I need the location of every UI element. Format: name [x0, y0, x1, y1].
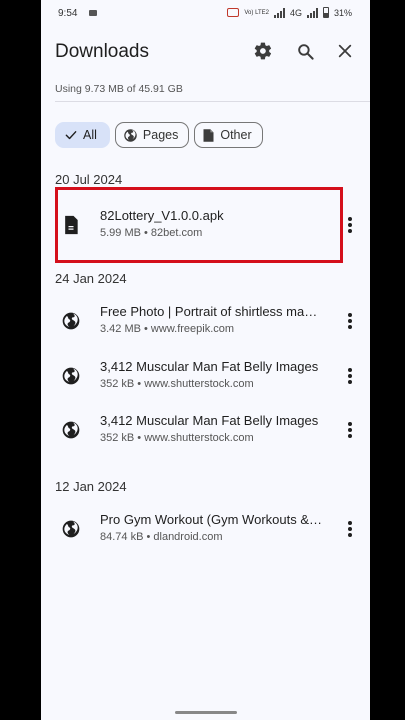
- cast-icon: [227, 8, 240, 17]
- battery-percent: 31%: [333, 7, 352, 18]
- storage-usage: Using 9.73 MB of 45.91 GB: [55, 83, 183, 95]
- download-item[interactable]: Pro Gym Workout (Gym Workouts & Fitness)…: [41, 503, 370, 555]
- phone-screen: 9:54 Vo) LTE2 4G 31% Downloads Using 9.7…: [41, 0, 370, 720]
- filter-chip-label: All: [83, 128, 97, 142]
- battery-icon: [322, 7, 329, 18]
- filter-chip-label: Pages: [142, 128, 179, 142]
- page-title: Downloads: [55, 41, 149, 62]
- globe-icon: [62, 312, 80, 330]
- more-vert-icon[interactable]: [345, 311, 355, 331]
- search-button[interactable]: [293, 39, 317, 63]
- red-highlight-box: [55, 187, 343, 263]
- divider: [55, 101, 370, 102]
- download-meta: 3.42 MB • www.freepik.com: [100, 323, 235, 335]
- date-header: 20 Jul 2024: [55, 172, 123, 187]
- filter-chip-pages[interactable]: Pages: [114, 122, 190, 148]
- globe-icon: [62, 520, 80, 538]
- gesture-nav-bar[interactable]: [175, 711, 237, 714]
- globe-icon: [62, 421, 80, 439]
- download-name: Pro Gym Workout (Gym Workouts & Fitness): [100, 512, 324, 527]
- filter-chips: All Pages Other: [55, 122, 263, 148]
- status-icons: Vo) LTE2 4G 31%: [227, 7, 352, 18]
- globe-icon: [124, 128, 137, 142]
- download-meta: 84.74 kB • dlandroid.com: [100, 531, 223, 543]
- download-name: Free Photo | Portrait of shirtless man w…: [100, 304, 324, 319]
- settings-button[interactable]: [251, 39, 275, 63]
- download-name: 3,412 Muscular Man Fat Belly Images: [100, 359, 319, 374]
- date-header: 24 Jan 2024: [55, 271, 127, 286]
- network-type-label: 4G: [289, 7, 302, 18]
- app-bar: Downloads: [41, 28, 370, 74]
- more-vert-icon[interactable]: [345, 420, 355, 440]
- download-meta: 352 kB • www.shutterstock.com: [100, 378, 254, 390]
- search-icon: [297, 43, 314, 60]
- filter-chip-all[interactable]: All: [55, 122, 110, 148]
- download-item[interactable]: 3,412 Muscular Man Fat Belly Images 352 …: [41, 404, 370, 456]
- more-vert-icon[interactable]: [345, 519, 355, 539]
- download-name: 3,412 Muscular Man Fat Belly Images: [100, 413, 319, 428]
- download-item[interactable]: 3,412 Muscular Man Fat Belly Images 352 …: [41, 350, 370, 402]
- more-vert-icon[interactable]: [345, 366, 355, 386]
- status-bar: 9:54 Vo) LTE2 4G 31%: [41, 0, 370, 28]
- close-icon: [338, 44, 352, 58]
- signal-icon: [273, 7, 285, 18]
- globe-icon: [62, 367, 80, 385]
- gear-icon: [254, 42, 272, 60]
- download-item[interactable]: Free Photo | Portrait of shirtless man w…: [41, 295, 370, 347]
- more-vert-icon[interactable]: [345, 215, 355, 235]
- filter-chip-label: Other: [220, 128, 252, 142]
- filter-chip-other[interactable]: Other: [194, 122, 263, 148]
- date-header: 12 Jan 2024: [55, 479, 127, 494]
- file-icon: [203, 128, 214, 142]
- camera-icon: [89, 10, 97, 16]
- status-time: 9:54: [58, 8, 78, 19]
- download-meta: 352 kB • www.shutterstock.com: [100, 432, 254, 444]
- lte-label: Vo) LTE2: [244, 9, 269, 16]
- check-icon: [65, 131, 77, 140]
- close-button[interactable]: [333, 39, 357, 63]
- signal-icon-2: [306, 7, 318, 18]
